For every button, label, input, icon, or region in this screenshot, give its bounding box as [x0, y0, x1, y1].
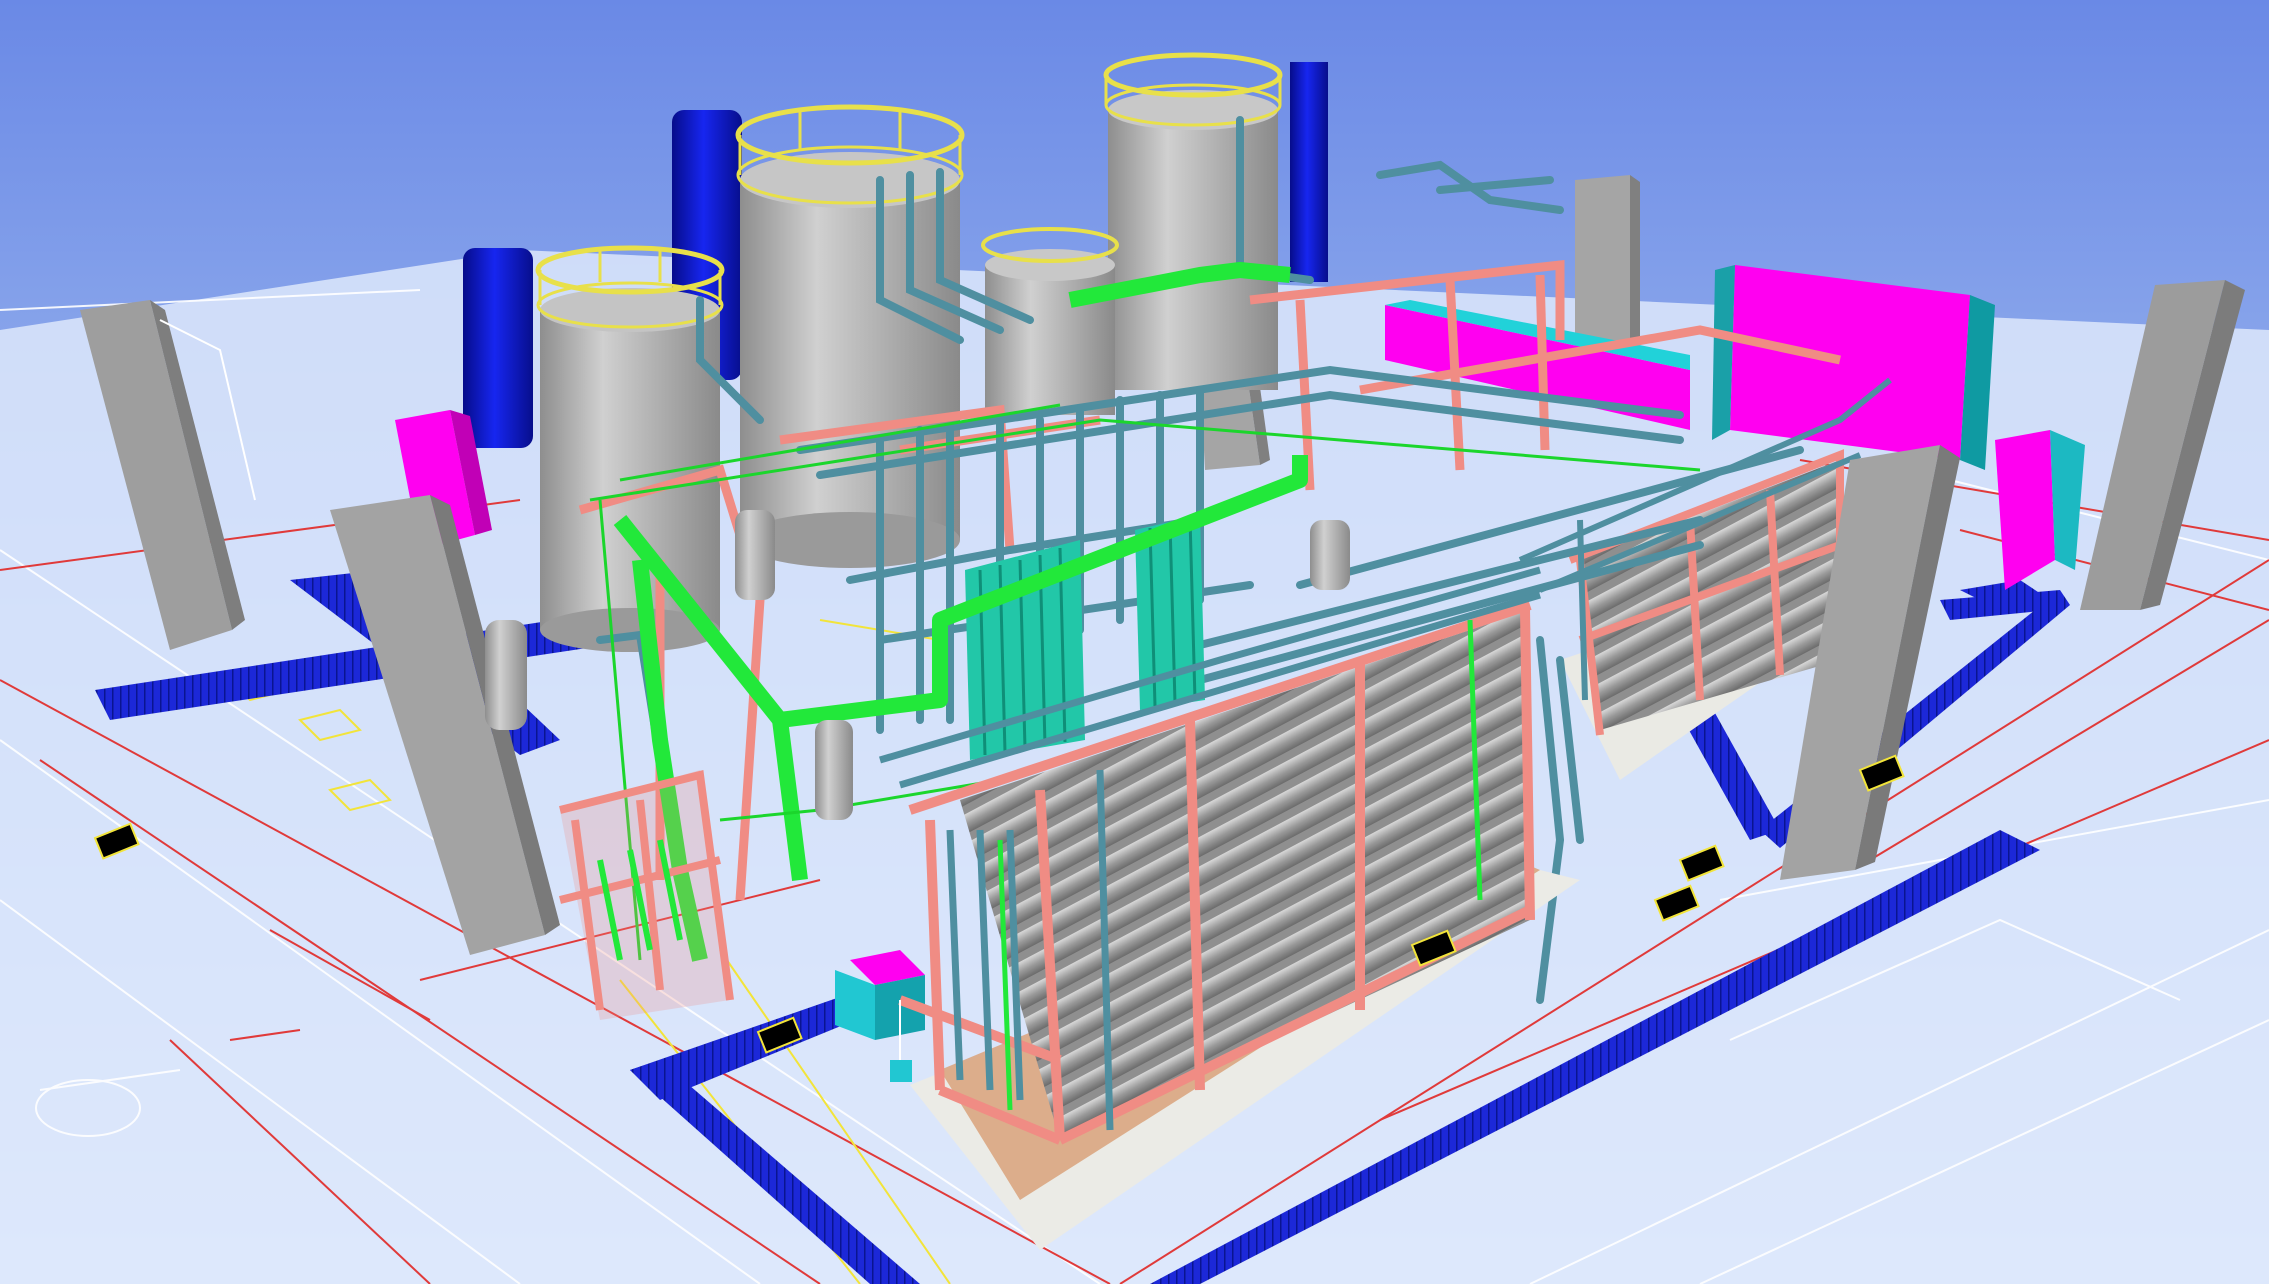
- plant-3d-scene[interactable]: [0, 0, 2269, 1284]
- tank-2: [735, 104, 965, 568]
- tank-4: [981, 227, 1119, 415]
- tank-3: [1103, 52, 1283, 390]
- tank-1: [535, 245, 725, 652]
- 3d-model-viewport[interactable]: [0, 0, 2269, 1284]
- pole-base: [890, 1060, 912, 1082]
